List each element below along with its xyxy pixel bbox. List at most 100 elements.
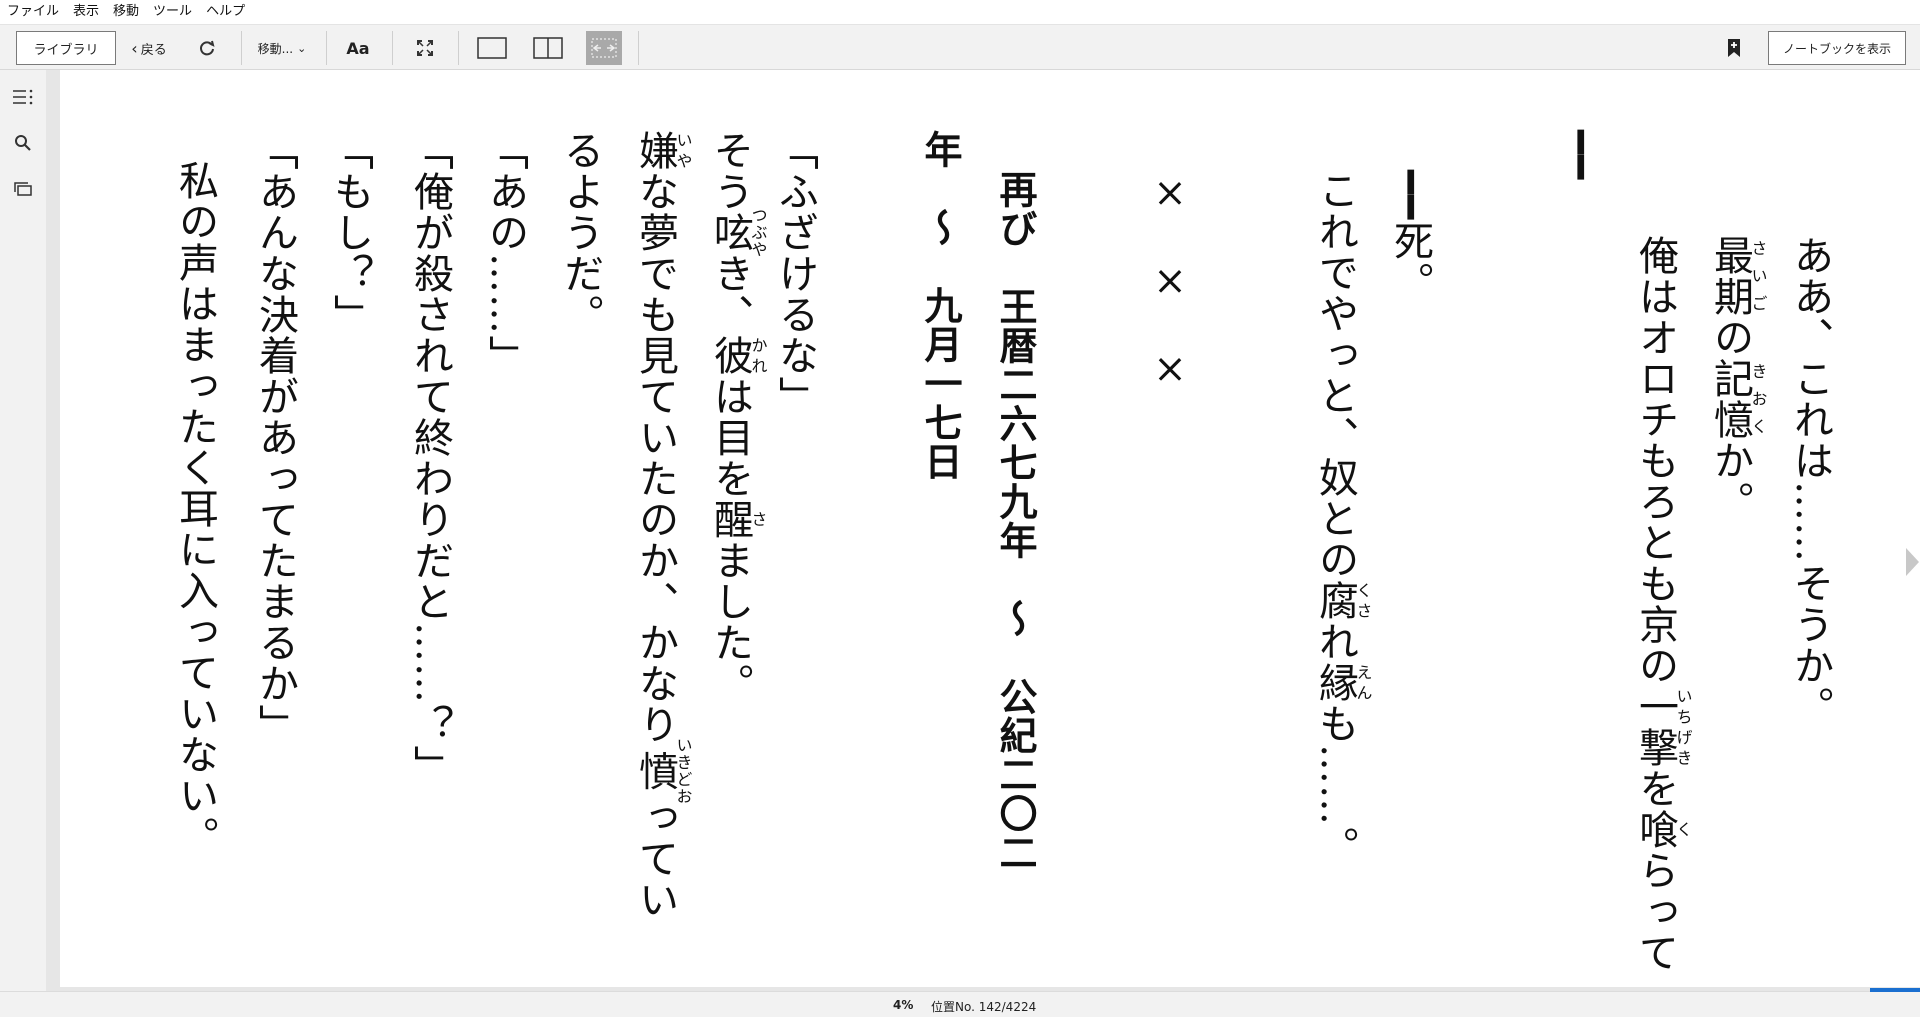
text-column: 「ふざけるな」 xyxy=(772,130,818,417)
menu-go[interactable]: 移動 xyxy=(106,0,146,24)
ruby-base: 呟 xyxy=(707,207,753,258)
progress-percent: 4% xyxy=(893,998,914,1012)
ruby-base: 記憶 xyxy=(1707,358,1753,440)
single-page-icon xyxy=(477,37,507,59)
text-run: な夢でも見ていたのか、かなり xyxy=(632,171,678,745)
ruby-word: 喰く xyxy=(1632,809,1693,850)
text-run: これでやっと、奴との xyxy=(1312,170,1358,580)
ruby-reading: つぶや xyxy=(748,207,768,258)
ruby-word: 記憶きおく xyxy=(1707,358,1768,440)
ruby-reading: さ xyxy=(748,499,768,540)
ruby-word: 呟つぶや xyxy=(707,207,768,258)
bookmark-icon xyxy=(1728,39,1740,57)
search-button[interactable] xyxy=(10,130,36,156)
ruby-base: 一撃 xyxy=(1632,686,1678,768)
text-run: を xyxy=(1632,768,1678,809)
single-page-button[interactable] xyxy=(474,31,510,65)
toolbar: ライブラリ ‹ 戻る 移動... ⌄ Aa ノートブックを表示 xyxy=(0,24,1920,70)
text-run: そう xyxy=(707,130,753,212)
two-page-button[interactable] xyxy=(530,31,566,65)
text-run: ああ、これは……そうか。 xyxy=(1787,235,1833,727)
text-run: 「もし？」 xyxy=(327,130,373,335)
menu-bar: ファイル 表示 移動 ツール ヘルプ xyxy=(0,0,1920,24)
font-settings-button[interactable]: Aa xyxy=(340,31,376,65)
menu-view[interactable]: 表示 xyxy=(66,0,106,24)
text-column: 再び 王暦二六七九年 ～ 公紀二〇二 xyxy=(993,170,1037,872)
sync-button[interactable] xyxy=(192,31,222,65)
goto-button[interactable]: 移動... ⌄ xyxy=(252,31,312,65)
text-column: 最期さいごの記憶きおくか。 xyxy=(1707,235,1768,522)
location-indicator: 位置No. 142/4224 xyxy=(931,1000,1037,1014)
ruby-word: 憤いきどお xyxy=(632,737,693,805)
text-run: × × × xyxy=(1147,170,1193,393)
text-column: ━━死。 xyxy=(1387,170,1433,303)
add-bookmark-button[interactable] xyxy=(1720,31,1748,65)
ruby-base: 嫌 xyxy=(632,130,678,171)
text-run: き、 xyxy=(707,253,753,335)
text-run: 私の声はまったく耳に入っていない。 xyxy=(172,160,218,857)
ruby-base: 腐 xyxy=(1312,580,1358,621)
text-column: 「あの……」 xyxy=(482,130,528,376)
ruby-reading: いや xyxy=(673,130,693,171)
text-run: か。 xyxy=(1707,440,1753,522)
ruby-word: 一撃いちげき xyxy=(1632,686,1693,768)
library-button[interactable]: ライブラリ xyxy=(16,31,116,65)
goto-label: 移動... xyxy=(257,41,294,56)
search-icon xyxy=(15,135,31,151)
two-page-icon xyxy=(533,37,563,59)
text-column: そう呟つぶやき、彼かれは目を醒さました。 xyxy=(707,130,768,704)
ruby-reading: く xyxy=(1673,809,1693,850)
text-column: 「もし？」 xyxy=(327,130,373,335)
menu-tools[interactable]: ツール xyxy=(146,0,199,24)
text-column: 私の声はまったく耳に入っていない。 xyxy=(172,160,218,857)
ruby-word: 醒さ xyxy=(707,499,768,540)
ruby-base: 彼 xyxy=(707,335,753,376)
text-run: の xyxy=(1707,317,1753,358)
text-run: 「あんな決着があってたまるか」 xyxy=(252,130,298,745)
show-notebook-button[interactable]: ノートブックを表示 xyxy=(1768,31,1906,65)
text-run: ━━ xyxy=(1557,130,1603,181)
ruby-base: 最期 xyxy=(1707,235,1753,317)
text-column: これでやっと、奴との腐くされ縁えんも……。 xyxy=(1312,170,1373,867)
ruby-word: 彼かれ xyxy=(707,335,768,376)
back-button[interactable]: ‹ 戻る xyxy=(126,31,172,65)
cards-icon xyxy=(14,182,32,196)
ruby-reading: くさ xyxy=(1353,580,1373,621)
ruby-reading: さいご xyxy=(1748,235,1768,317)
text-run: 「ふざけるな」 xyxy=(772,130,818,417)
text-run: 俺はオロチもろとも京の xyxy=(1632,235,1678,686)
fullscreen-button[interactable] xyxy=(410,31,440,65)
text-run: ました。 xyxy=(707,540,753,704)
ruby-word: 嫌いや xyxy=(632,130,693,171)
text-column: ━━ xyxy=(1557,130,1603,181)
chevron-down-icon: ⌄ xyxy=(297,41,307,55)
text-column: ああ、これは……そうか。 xyxy=(1787,235,1833,727)
left-rail xyxy=(0,70,46,991)
reading-progress-bar xyxy=(1870,988,1920,992)
ruby-base: 喰 xyxy=(1632,809,1678,850)
text-run: 年 ～ 九月一七日 xyxy=(918,130,962,481)
text-run: も……。 xyxy=(1312,703,1358,867)
text-column: 「俺が殺されて終わりだと……？」 xyxy=(407,130,453,786)
chevron-left-icon: ‹ xyxy=(131,38,138,58)
ruby-word: 縁えん xyxy=(1312,662,1373,703)
ruby-base: 醒 xyxy=(707,499,753,540)
sync-icon xyxy=(200,40,215,56)
text-run: るようだ。 xyxy=(557,130,603,335)
text-run: ━━死。 xyxy=(1387,170,1433,303)
toc-button[interactable] xyxy=(10,84,36,110)
next-page-button[interactable] xyxy=(1904,546,1920,578)
menu-help[interactable]: ヘルプ xyxy=(199,0,252,24)
table-of-contents-icon xyxy=(13,89,33,105)
menu-file[interactable]: ファイル xyxy=(0,0,66,24)
ruby-reading: いちげき xyxy=(1673,686,1693,768)
text-run: らって xyxy=(1632,850,1678,973)
ruby-word: 腐くさ xyxy=(1312,580,1373,621)
caret-right-icon xyxy=(1906,548,1919,576)
back-label: 戻る xyxy=(140,42,167,58)
text-column: 年 ～ 九月一七日 xyxy=(918,130,962,481)
fit-width-button[interactable] xyxy=(586,31,622,65)
ruby-reading: きおく xyxy=(1748,358,1768,440)
ruby-word: 最期さいご xyxy=(1707,235,1768,317)
flashcards-button[interactable] xyxy=(10,176,36,202)
